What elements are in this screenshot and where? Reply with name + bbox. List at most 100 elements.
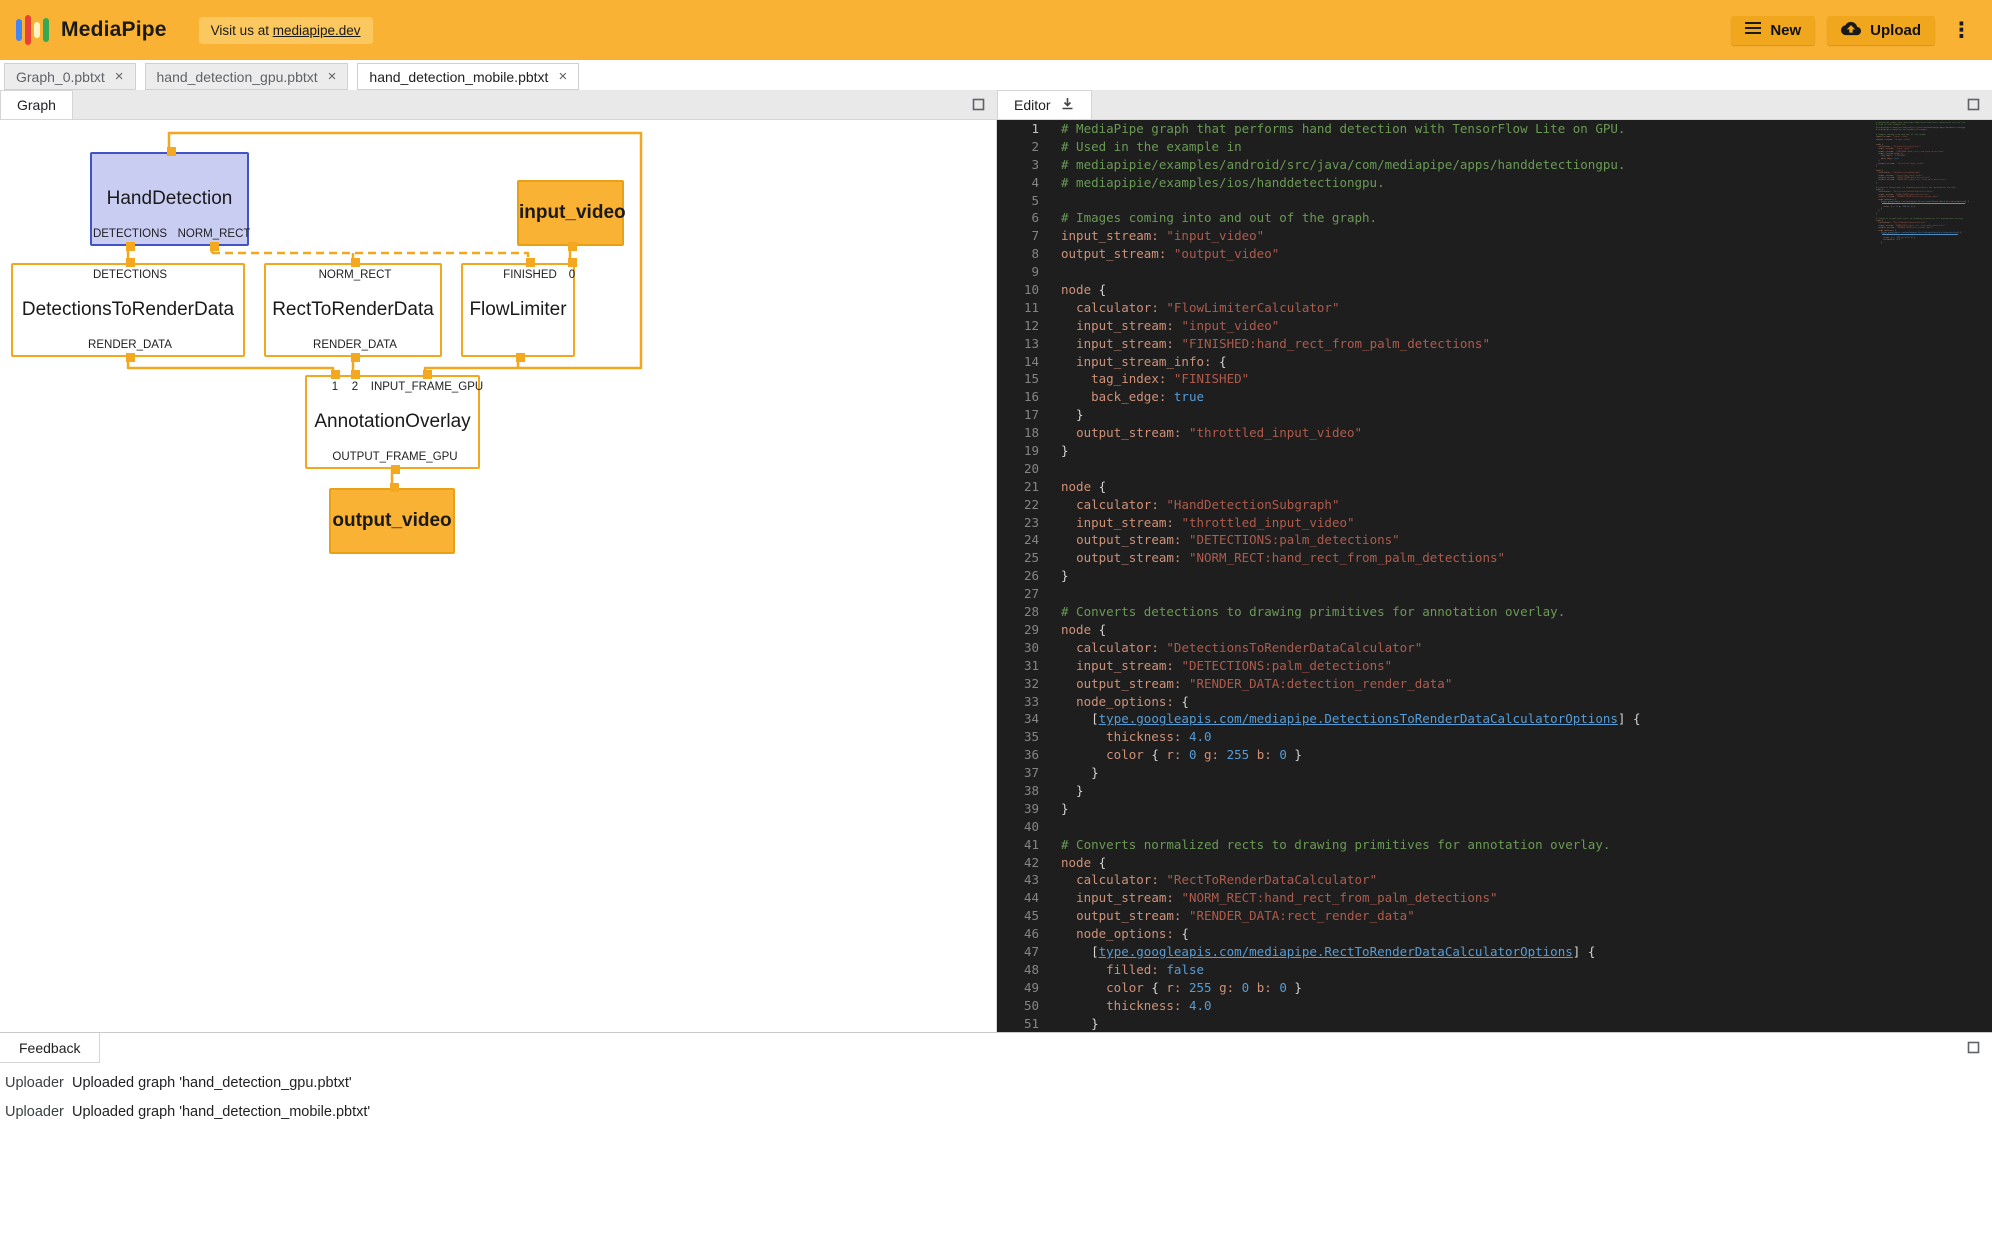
file-tab-bar: Graph_0.pbtxt× hand_detection_gpu.pbtxt× h… — [0, 60, 1992, 90]
popout-editor-icon[interactable] — [1967, 98, 1980, 111]
line-number: 42 — [997, 854, 1039, 872]
line-number: 20 — [997, 460, 1039, 478]
feedback-source: Uploader — [5, 1104, 72, 1120]
code-line[interactable]: 11 calculator: "FlowLimiterCalculator" — [997, 299, 1641, 317]
code-line[interactable]: 1# MediaPipe graph that performs hand de… — [997, 120, 1641, 138]
line-number: 45 — [997, 907, 1039, 925]
new-button-label: New — [1770, 22, 1801, 39]
code-line[interactable]: 7input_stream: "input_video" — [997, 227, 1641, 245]
code-line[interactable]: 25 output_stream: "NORM_RECT:hand_rect_f… — [997, 549, 1641, 567]
code-line[interactable]: 6# Images coming into and out of the gra… — [997, 209, 1641, 227]
code-line[interactable]: 44 input_stream: "NORM_RECT:hand_rect_fr… — [997, 889, 1641, 907]
graph-node-detections-to-render-data[interactable]: DETECTIONSDetectionsToRenderDataRENDER_D… — [11, 263, 245, 357]
code-line[interactable]: 31 input_stream: "DETECTIONS:palm_detect… — [997, 657, 1641, 675]
graph-node-hand-detection[interactable]: HandDetectionDETECTIONSNORM_RECT — [90, 152, 249, 246]
line-number: 44 — [997, 889, 1039, 907]
line-number: 6 — [997, 209, 1039, 227]
code-line[interactable]: 37 } — [997, 764, 1641, 782]
upload-cloud-icon — [1841, 21, 1861, 40]
graph-node-output-video[interactable]: output_video — [329, 488, 455, 554]
new-button[interactable]: New — [1731, 16, 1815, 45]
code-line[interactable]: 19} — [997, 442, 1641, 460]
code-line[interactable]: 22 calculator: "HandDetectionSubgraph" — [997, 496, 1641, 514]
editor-minimap[interactable]: # MediaPipe graph that performs hand det… — [1876, 122, 1978, 244]
code-line[interactable]: 51 } — [997, 1015, 1641, 1032]
close-tab-icon[interactable]: × — [328, 69, 337, 84]
code-line[interactable]: 20 — [997, 460, 1641, 478]
code-line[interactable]: 18 output_stream: "throttled_input_video… — [997, 424, 1641, 442]
code-line[interactable]: 12 input_stream: "input_video" — [997, 317, 1641, 335]
port-square — [568, 242, 577, 251]
mediapipe-dev-link[interactable]: mediapipe.dev — [273, 23, 361, 38]
code-line[interactable]: 32 output_stream: "RENDER_DATA:detection… — [997, 675, 1641, 693]
line-number: 46 — [997, 925, 1039, 943]
code-line[interactable]: 23 input_stream: "throttled_input_video" — [997, 514, 1641, 532]
file-tab[interactable]: hand_detection_gpu.pbtxt× — [145, 63, 349, 90]
code-line[interactable]: 45 output_stream: "RENDER_DATA:rect_rend… — [997, 907, 1641, 925]
code-line[interactable]: 36 color { r: 0 g: 255 b: 0 } — [997, 746, 1641, 764]
code-line[interactable]: 30 calculator: "DetectionsToRenderDataCa… — [997, 639, 1641, 657]
line-number: 36 — [997, 746, 1039, 764]
top-ports-row: 12INPUT_FRAME_GPU — [307, 377, 478, 396]
code-line[interactable]: 29node { — [997, 621, 1641, 639]
code-line[interactable]: 46 node_options: { — [997, 925, 1641, 943]
popout-graph-icon[interactable] — [972, 98, 985, 111]
code-line[interactable]: 38 } — [997, 782, 1641, 800]
code-line[interactable]: 24 output_stream: "DETECTIONS:palm_detec… — [997, 531, 1641, 549]
code-line[interactable]: 10node { — [997, 281, 1641, 299]
code-line[interactable]: 8output_stream: "output_video" — [997, 245, 1641, 263]
file-tab[interactable]: Graph_0.pbtxt× — [4, 63, 136, 90]
tab-feedback[interactable]: Feedback — [0, 1033, 100, 1063]
code-line[interactable]: 41# Converts normalized rects to drawing… — [997, 836, 1641, 854]
line-number: 40 — [997, 818, 1039, 836]
line-number: 31 — [997, 657, 1039, 675]
graph-edge — [128, 358, 333, 375]
panel-header-row: Graph Editor — [0, 90, 1992, 120]
code-line[interactable]: 28# Converts detections to drawing primi… — [997, 603, 1641, 621]
code-line[interactable]: 48 filled: false — [997, 961, 1641, 979]
code-line[interactable]: 3# mediapipie/examples/android/src/java/… — [997, 156, 1641, 174]
app-header: MediaPipe Visit us at mediapipe.dev New … — [0, 0, 1992, 60]
code-line[interactable]: 27 — [997, 585, 1641, 603]
popout-feedback-icon[interactable] — [1967, 1041, 1980, 1054]
code-line[interactable]: 33 node_options: { — [997, 693, 1641, 711]
code-line[interactable]: 16 back_edge: true — [997, 388, 1641, 406]
code-line[interactable]: 50 thickness: 4.0 — [997, 997, 1641, 1015]
code-editor[interactable]: 1# MediaPipe graph that performs hand de… — [997, 120, 1992, 1032]
code-line[interactable]: 9 — [997, 263, 1641, 281]
more-options-icon[interactable]: ⋮ — [1947, 20, 1976, 41]
close-tab-icon[interactable]: × — [115, 69, 124, 84]
code-line[interactable]: 47 [type.googleapis.com/mediapipe.RectTo… — [997, 943, 1641, 961]
close-tab-icon[interactable]: × — [558, 69, 567, 84]
code-line[interactable]: 13 input_stream: "FINISHED:hand_rect_fro… — [997, 335, 1641, 353]
tab-editor[interactable]: Editor — [997, 90, 1092, 119]
line-number: 48 — [997, 961, 1039, 979]
code-line[interactable]: 21node { — [997, 478, 1641, 496]
code-line[interactable]: 43 calculator: "RectToRenderDataCalculat… — [997, 871, 1641, 889]
code-line[interactable]: 14 input_stream_info: { — [997, 353, 1641, 371]
code-line[interactable]: 4# mediapipie/examples/ios/handdetection… — [997, 174, 1641, 192]
code-line[interactable]: 15 tag_index: "FINISHED" — [997, 370, 1641, 388]
line-number: 30 — [997, 639, 1039, 657]
tab-graph[interactable]: Graph — [0, 90, 73, 119]
feedback-panel: Feedback UploaderUploaded graph 'hand_de… — [0, 1032, 1992, 1236]
code-line[interactable]: 35 thickness: 4.0 — [997, 728, 1641, 746]
upload-button[interactable]: Upload — [1827, 16, 1935, 45]
code-line[interactable]: 49 color { r: 255 g: 0 b: 0 } — [997, 979, 1641, 997]
code-line[interactable]: 39} — [997, 800, 1641, 818]
line-number: 25 — [997, 549, 1039, 567]
code-line[interactable]: 34 [type.googleapis.com/mediapipe.Detect… — [997, 710, 1641, 728]
graph-canvas[interactable]: HandDetectionDETECTIONSNORM_RECT input_vi… — [0, 120, 997, 1032]
graph-node-annotation-overlay[interactable]: 12INPUT_FRAME_GPUAnnotationOverlayOUTPUT… — [305, 375, 480, 469]
code-line[interactable]: 2# Used in the example in — [997, 138, 1641, 156]
code-line[interactable]: 5 — [997, 192, 1641, 210]
graph-node-flow-limiter[interactable]: FINISHED0FlowLimiter — [461, 263, 575, 357]
code-line[interactable]: 40 — [997, 818, 1641, 836]
code-line[interactable]: 42node { — [997, 854, 1641, 872]
download-icon[interactable] — [1060, 96, 1075, 114]
code-line[interactable]: 17 } — [997, 406, 1641, 424]
graph-node-input-video[interactable]: input_video — [517, 180, 624, 246]
file-tab[interactable]: hand_detection_mobile.pbtxt× — [357, 63, 579, 90]
code-line[interactable]: 26} — [997, 567, 1641, 585]
graph-node-rect-to-render-data[interactable]: NORM_RECTRectToRenderDataRENDER_DATA — [264, 263, 442, 357]
